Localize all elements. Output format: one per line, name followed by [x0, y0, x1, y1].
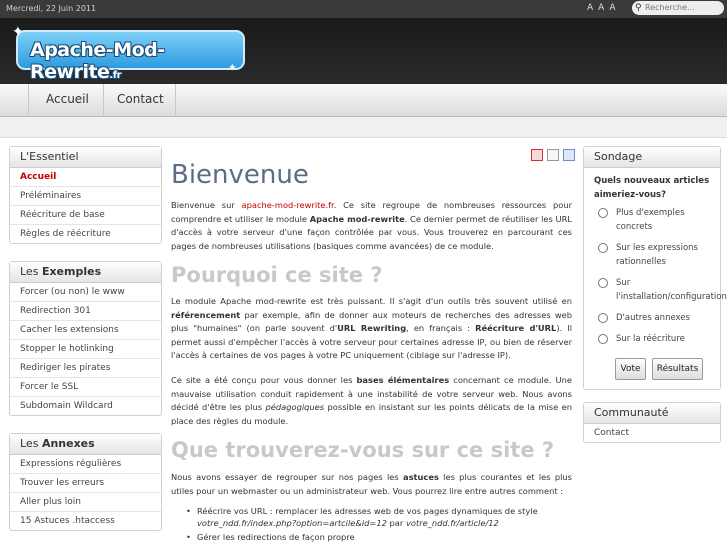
- search-box: ⚲: [632, 1, 724, 15]
- site-logo[interactable]: ✦ Apache-Mod-Rewrite.fr ✦: [12, 24, 245, 83]
- community-item-contact[interactable]: Contact: [584, 424, 720, 442]
- menu-essentiel: L'Essentiel Accueil Préléminaires Réécri…: [9, 146, 162, 244]
- menu-item-wildcard[interactable]: Subdomain Wildcard: [10, 397, 161, 415]
- radio-button[interactable]: [598, 208, 608, 218]
- intro-paragraph: Bienvenue sur apache-mod-rewrite.fr. Ce …: [171, 200, 573, 251]
- results-button[interactable]: Résultats: [652, 358, 703, 380]
- email-icon[interactable]: [563, 149, 575, 161]
- sparkle-icon: ✦: [227, 61, 237, 74]
- menu-item-plus-loin[interactable]: Aller plus loin: [10, 493, 161, 512]
- menu-item-regles[interactable]: Règles de réécriture: [10, 225, 161, 243]
- menu-annexes: Les Annexes Expressions régulières Trouv…: [9, 433, 162, 531]
- menu-item-reecriture-base[interactable]: Réécriture de base: [10, 206, 161, 225]
- nav-item-contact[interactable]: Contact: [117, 92, 164, 106]
- nav-item-accueil[interactable]: Accueil: [46, 92, 89, 106]
- site-link[interactable]: apache-mod-rewrite.fr: [242, 200, 334, 210]
- poll-question: Quels nouveaux articles aimeriez-vous?: [594, 176, 710, 200]
- radio-button[interactable]: [598, 278, 608, 288]
- menu-essentiel-title: L'Essentiel: [10, 147, 161, 168]
- star-icon: ✦: [12, 24, 24, 40]
- menu-item-ssl[interactable]: Forcer le SSL: [10, 378, 161, 397]
- poll-option[interactable]: Sur les expressions rationnelles: [584, 241, 720, 269]
- search-input[interactable]: [645, 2, 721, 13]
- why-paragraph-1: Le module Apache mod-rewrite est très pu…: [171, 296, 573, 361]
- community-title: Communauté: [584, 403, 720, 424]
- font-small-button[interactable]: A: [587, 3, 593, 13]
- poll-box: Sondage Quels nouveaux articles aimeriez…: [583, 146, 727, 390]
- menu-item-extensions[interactable]: Cacher les extensions: [10, 321, 161, 340]
- section-heading-what: Que trouverez-vous sur ce site ?: [171, 438, 555, 462]
- list-item: Réécrire vos URL : remplacer les adresse…: [171, 505, 572, 529]
- nav-divider: [175, 84, 176, 116]
- font-medium-button[interactable]: A: [598, 3, 604, 13]
- menu-item-redirection-301[interactable]: Redirection 301: [10, 302, 161, 321]
- menu-item-regex[interactable]: Expressions régulières: [10, 455, 161, 474]
- community-box: Communauté Contact: [583, 402, 721, 443]
- page-title: Bienvenue: [171, 160, 309, 190]
- vote-button[interactable]: Vote: [615, 358, 646, 380]
- features-list: Réécrire vos URL : remplacer les adresse…: [171, 505, 572, 545]
- poll-option[interactable]: Plus d'exemples concrets: [584, 206, 720, 234]
- menu-exemples: Les Exemples Forcer (ou non) le www Redi…: [9, 261, 162, 416]
- radio-button[interactable]: [598, 334, 608, 344]
- article-tools: [527, 149, 575, 164]
- radio-button[interactable]: [598, 313, 608, 323]
- list-item: Gérer les redirections de façon propre: [171, 531, 572, 543]
- radio-button[interactable]: [598, 243, 608, 253]
- poll-option[interactable]: Sur l'installation/configuration: [584, 276, 727, 304]
- poll-title: Sondage: [584, 147, 720, 168]
- pdf-icon[interactable]: [531, 149, 543, 161]
- font-large-button[interactable]: A: [609, 3, 615, 13]
- search-icon: ⚲: [635, 3, 642, 13]
- menu-item-accueil[interactable]: Accueil: [10, 168, 161, 187]
- menu-item-preliminaires[interactable]: Préléminaires: [10, 187, 161, 206]
- menu-item-pirates[interactable]: Rediriger les pirates: [10, 359, 161, 378]
- current-date: Mercredi, 22 Juin 2011: [6, 4, 97, 13]
- print-icon[interactable]: [547, 149, 559, 161]
- site-header: ✦ Apache-Mod-Rewrite.fr ✦: [0, 18, 727, 84]
- font-size-controls: AAA: [587, 3, 621, 13]
- poll-option[interactable]: D'autres annexes: [584, 311, 720, 325]
- nav-divider: [103, 84, 104, 116]
- nav-divider: [28, 84, 29, 116]
- main-nav: Accueil Contact: [0, 84, 727, 117]
- menu-item-erreurs[interactable]: Trouver les erreurs: [10, 474, 161, 493]
- menu-annexes-title: Les Annexes: [10, 434, 161, 455]
- top-bar: Mercredi, 22 Juin 2011 AAA ⚲: [0, 0, 727, 18]
- poll-option[interactable]: Sur la réécriture: [584, 332, 720, 346]
- menu-exemples-title: Les Exemples: [10, 262, 161, 283]
- logo-text: Apache-Mod-Rewrite.fr: [30, 39, 165, 83]
- why-paragraph-2: Ce site a été conçu pour vous donner les…: [171, 375, 572, 426]
- section-heading-why: Pourquoi ce site ?: [171, 263, 383, 287]
- menu-item-hotlinking[interactable]: Stopper le hotlinking: [10, 340, 161, 359]
- what-paragraph: Nous avons essayer de regrouper sur nos …: [171, 472, 572, 496]
- menu-item-www[interactable]: Forcer (ou non) le www: [10, 283, 161, 302]
- menu-item-astuces[interactable]: 15 Astuces .htaccess: [10, 512, 161, 530]
